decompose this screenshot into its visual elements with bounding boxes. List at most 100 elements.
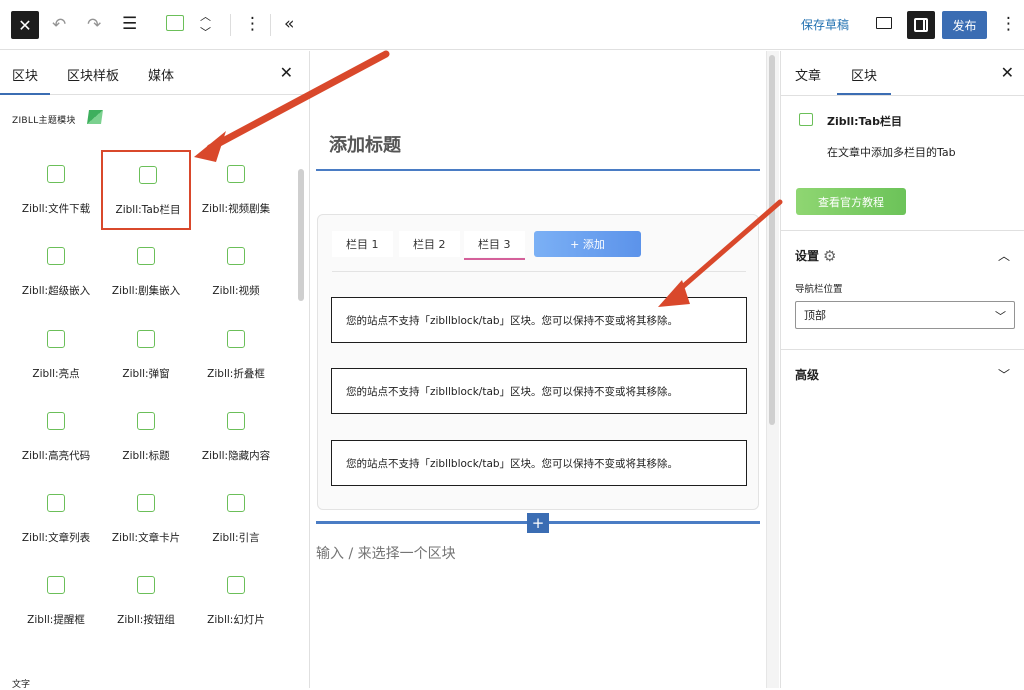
nav-position-value: 顶部 (804, 309, 826, 322)
eye-off-icon (227, 412, 245, 430)
chevron-down-icon: ﹀ (995, 310, 1006, 323)
chevron-down-icon[interactable]: ﹀ (998, 366, 1010, 383)
unsupported-block-notice[interactable]: 您的站点不支持「zibllblock/tab」区块。您可以保持不变或将其移除。 (331, 368, 747, 414)
block-item[interactable]: Zibll:引言 (191, 480, 281, 560)
unsupported-block-notice[interactable]: 您的站点不支持「zibllblock/tab」区块。您可以保持不变或将其移除。 (331, 297, 747, 343)
add-tab-button[interactable]: + 添加 (534, 231, 641, 257)
block-item[interactable]: Zibll:提醒框 (11, 562, 101, 642)
section-divider (781, 349, 1024, 350)
toolbar-divider (270, 14, 271, 36)
block-item-label: Zibll:剧集嵌入 (111, 285, 181, 297)
move-down-icon[interactable]: ﹀ (200, 24, 211, 40)
tab-icon (799, 113, 813, 126)
settings-sidebar: 文章 区块 ✕ Zibll:Tab栏目 在文章中添加多栏目的Tab 查看官方教程… (780, 51, 1024, 688)
block-item-label: Zibll:文章卡片 (111, 532, 181, 544)
tab-post[interactable]: 文章 (795, 65, 821, 84)
publish-button[interactable]: 发布 (942, 11, 987, 39)
block-item[interactable]: Zibll:隐藏内容 (191, 398, 281, 478)
inserter-scrollbar[interactable] (298, 169, 304, 301)
block-item[interactable]: Zibll:亮点 (11, 316, 101, 396)
block-item-label: Zibll:超级嵌入 (21, 285, 91, 297)
chevron-up-icon[interactable]: ︿ (998, 247, 1010, 264)
tab-block-settings[interactable]: 区块 (836, 65, 892, 95)
tab-item-2[interactable]: 栏目 2 (399, 231, 460, 257)
block-item[interactable]: Zibll:视频 (191, 233, 281, 313)
quote-icon (227, 494, 245, 512)
block-item[interactable]: Zibll:幻灯片 (191, 562, 281, 642)
insert-block-button[interactable]: + (527, 513, 549, 533)
save-draft-button[interactable]: 保存草稿 (801, 16, 849, 33)
tab-patterns[interactable]: 区块样板 (67, 65, 119, 84)
block-item-label: Zibll:引言 (212, 532, 260, 544)
book-icon (137, 494, 155, 512)
block-item[interactable]: Zibll:视频剧集 (191, 151, 281, 231)
settings-sidebar-toggle[interactable] (907, 11, 935, 39)
embed-icon (47, 247, 65, 265)
close-icon: ✕ (18, 15, 32, 35)
editor-toolbar: ✕ ↶ ↷ ☰ ︿ ﹀ ⋮ « 保存草稿 发布 ⋮ (0, 0, 1024, 50)
tab-blocks[interactable]: 区块 (0, 65, 51, 95)
bookmark-icon (137, 412, 155, 430)
move-up-icon[interactable]: ︿ (200, 8, 211, 24)
advanced-section-title[interactable]: 高级 (795, 366, 819, 383)
cursor-icon (137, 576, 155, 594)
series-embed-icon (137, 247, 155, 265)
gallery-icon (227, 576, 245, 594)
video-series-icon (227, 165, 245, 183)
block-item-label: Zibll:按钮组 (117, 614, 175, 626)
block-item-label: Zibll:视频剧集 (201, 203, 271, 215)
award-icon (47, 330, 65, 348)
category-title-text: 文字 (12, 680, 31, 690)
unsupported-block-notice[interactable]: 您的站点不支持「zibllblock/tab」区块。您可以保持不变或将其移除。 (331, 440, 747, 486)
gear-icon: ⚙ (823, 247, 837, 265)
block-placeholder[interactable]: 输入 / 来选择一个区块 (316, 543, 456, 563)
inserter-tabs: 区块 区块样板 媒体 ✕ (0, 51, 309, 95)
preview-icon[interactable] (876, 17, 892, 29)
collapse-icon (227, 330, 245, 348)
block-inserter-panel: 区块 区块样板 媒体 ✕ ZIBLL主题模块 Zibll:文件下载 Zibll:T… (0, 51, 310, 690)
redo-icon[interactable]: ↷ (87, 15, 101, 35)
block-item[interactable]: Zibll:折叠框 (191, 316, 281, 396)
block-item[interactable]: Zibll:文章卡片 (101, 480, 191, 560)
nav-position-select[interactable]: 顶部 ﹀ (795, 301, 1015, 329)
block-item-label: Zibll:标题 (122, 450, 170, 462)
tabs-divider (781, 95, 1024, 96)
list-icon (47, 494, 65, 512)
tab-item-3[interactable]: 栏目 3 (464, 231, 525, 260)
block-type-icon[interactable] (166, 15, 184, 31)
block-item[interactable]: Zibll:Tab栏目 (101, 150, 191, 230)
tab-media[interactable]: 媒体 (148, 65, 174, 84)
tab-block[interactable]: 栏目 1 栏目 2 栏目 3 + 添加 您的站点不支持「zibllblock/t… (317, 214, 759, 510)
tab-item-1[interactable]: 栏目 1 (332, 231, 393, 257)
category-title: ZIBLL主题模块 (12, 116, 76, 126)
collapse-toolbar-icon[interactable]: « (284, 14, 294, 34)
block-item[interactable]: Zibll:超级嵌入 (11, 233, 101, 313)
document-overview-icon[interactable]: ☰ (122, 14, 137, 34)
block-item[interactable]: Zibll:标题 (101, 398, 191, 478)
block-item[interactable]: Zibll:文章列表 (11, 480, 101, 560)
block-item-label: Zibll:Tab栏目 (115, 204, 181, 216)
more-options-icon[interactable]: ⋮ (244, 14, 261, 34)
close-settings-icon[interactable]: ✕ (1001, 63, 1014, 82)
options-menu-icon[interactable]: ⋮ (1000, 14, 1017, 34)
block-description: 在文章中添加多栏目的Tab (827, 146, 956, 159)
block-item[interactable]: Zibll:按钮组 (101, 562, 191, 642)
close-editor-button[interactable]: ✕ (11, 11, 39, 39)
folder-download-icon (47, 165, 65, 183)
title-underline (316, 169, 760, 171)
block-item-label: Zibll:隐藏内容 (201, 450, 271, 462)
canvas-scrollbar[interactable] (769, 55, 775, 425)
block-item[interactable]: Zibll:弹窗 (101, 316, 191, 396)
block-item-label: Zibll:文章列表 (21, 532, 91, 544)
close-inserter-icon[interactable]: ✕ (280, 63, 293, 82)
block-item[interactable]: Zibll:文件下载 (11, 151, 101, 231)
undo-icon[interactable]: ↶ (52, 15, 66, 35)
block-item-label: Zibll:高亮代码 (21, 450, 91, 462)
official-tutorial-button[interactable]: 查看官方教程 (796, 188, 906, 215)
settings-section-title[interactable]: 设置 (795, 247, 819, 264)
post-title[interactable]: 添加标题 (329, 131, 401, 157)
block-item[interactable]: Zibll:剧集嵌入 (101, 233, 191, 313)
block-item[interactable]: Zibll:高亮代码 (11, 398, 101, 478)
tab-divider (332, 271, 746, 272)
block-item-label: Zibll:幻灯片 (207, 614, 265, 626)
